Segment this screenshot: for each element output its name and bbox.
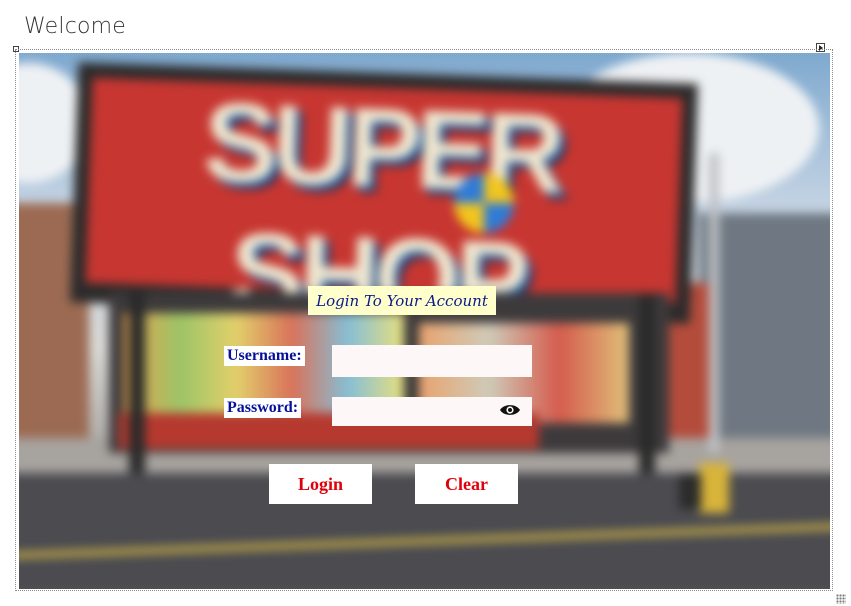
- window-title: Welcome: [24, 14, 127, 39]
- clear-button[interactable]: Clear: [415, 464, 518, 504]
- login-heading: Login To Your Account: [308, 286, 496, 315]
- resize-grip-icon[interactable]: [836, 594, 846, 604]
- password-label: Password:: [224, 398, 302, 418]
- login-button[interactable]: Login: [269, 464, 372, 504]
- username-label: Username:: [224, 346, 305, 366]
- eye-icon[interactable]: [499, 402, 521, 416]
- username-input[interactable]: [332, 345, 532, 377]
- background-image: SUPER SHOP: [19, 53, 830, 589]
